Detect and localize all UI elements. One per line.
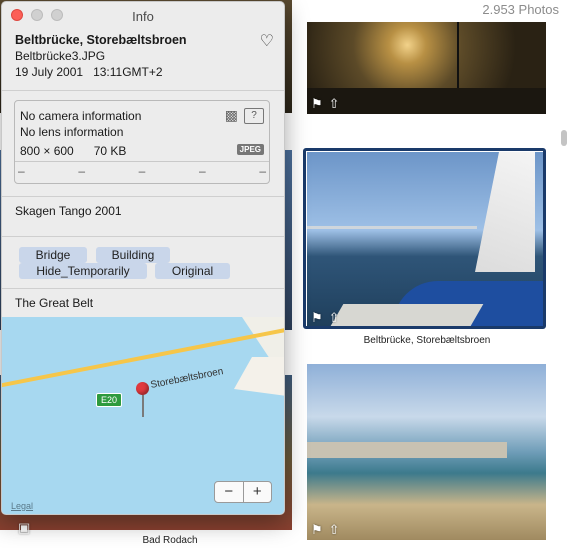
keyword-tag[interactable]: Hide_Temporarily	[19, 263, 147, 279]
zoom-out-button[interactable]: −	[215, 482, 244, 502]
camera-wb-icon: ▩	[224, 107, 238, 123]
camera-icons: ▩ ?	[225, 107, 264, 124]
photo-badges: ⚑ ⇧	[311, 310, 340, 326]
photo-title[interactable]: Beltbrücke, Storebæltsbroen	[15, 33, 274, 47]
map-zoom-control: − +	[214, 481, 272, 503]
deck-shape	[307, 88, 546, 114]
keyword-tag[interactable]: Bridge	[19, 247, 87, 263]
tag-icon[interactable]: ⚑	[311, 522, 323, 538]
bridge-shape	[307, 226, 477, 229]
help-icon: ?	[244, 107, 264, 124]
zoom-in-button[interactable]: +	[244, 482, 272, 502]
lens-info: No lens information	[20, 125, 124, 139]
camera-info-box: No camera information No lens informatio…	[14, 100, 270, 184]
deck-shape	[330, 304, 484, 326]
map-pin-icon[interactable]	[136, 382, 149, 395]
location-map[interactable]: Storebæltsbroen E20 − + Legal	[2, 317, 284, 514]
briefcase-icon: ▣	[18, 520, 31, 535]
tag-icon[interactable]: ⚑	[311, 96, 323, 112]
photo-caption: Bad Rodach	[142, 535, 198, 546]
divider	[15, 161, 269, 162]
exif-value: –	[138, 164, 146, 178]
favorite-heart-icon[interactable]: ♡	[260, 31, 274, 51]
land-shape	[234, 357, 284, 397]
tag-icon[interactable]: ⚑	[311, 310, 323, 326]
photo-datetime: 19 July 2001 13:11GMT+2	[15, 65, 274, 79]
photo-badges: ⚑ ⇧	[311, 96, 340, 112]
description-field[interactable]: Skagen Tango 2001	[15, 204, 122, 218]
legal-link[interactable]: Legal	[11, 501, 33, 511]
title-bar[interactable]: Info	[2, 2, 284, 30]
photo-thumbnail[interactable]	[307, 22, 546, 114]
photo-caption: Beltbrücke, Storebæltsbroen	[363, 335, 491, 346]
town-shape	[307, 442, 507, 458]
photo-badges: ⚑ ⇧	[311, 522, 340, 538]
scrollbar-thumb[interactable]	[561, 130, 567, 146]
map-pin-stick	[142, 395, 144, 417]
photo-thumbnail-selected[interactable]	[307, 152, 543, 326]
keyword-tag[interactable]: Building	[96, 247, 170, 263]
exif-value: –	[78, 164, 86, 178]
keyword-tag[interactable]: Original	[155, 263, 230, 279]
format-badge: JPEG	[236, 144, 264, 155]
sail-shape	[475, 152, 535, 272]
road-label: Storebæltsbroen	[149, 366, 225, 391]
photo-filename: Beltbrücke3.JPG	[15, 49, 106, 63]
camera-info: No camera information	[20, 109, 142, 123]
divider	[2, 90, 284, 91]
divider	[2, 236, 284, 237]
share-icon[interactable]: ⇧	[329, 522, 340, 538]
exif-value: –	[18, 164, 25, 178]
location-name[interactable]: The Great Belt	[15, 296, 93, 310]
exif-value: –	[259, 164, 266, 178]
share-icon[interactable]: ⇧	[329, 96, 340, 112]
road-shield: E20	[96, 393, 123, 407]
image-specs: 800 × 600 70 KB	[20, 144, 126, 158]
divider	[2, 196, 284, 197]
image-dimensions: 800 × 600	[20, 144, 74, 158]
exif-row: – – – – –	[18, 164, 266, 178]
photo-count: 2.953 Photos	[482, 2, 559, 17]
share-icon[interactable]: ⇧	[329, 310, 340, 326]
photo-header: Beltbrücke, Storebæltsbroen Beltbrücke3.…	[15, 33, 274, 79]
window-title: Info	[132, 9, 154, 24]
photo-time: 13:11GMT+2	[93, 65, 163, 79]
photo-badges: ▣	[18, 520, 30, 536]
file-size: 70 KB	[93, 144, 127, 158]
exif-value: –	[198, 164, 206, 178]
info-window: Info Beltbrücke, Storebæltsbroen Beltbrü…	[1, 1, 285, 515]
photo-date: 19 July 2001	[15, 65, 84, 79]
divider	[2, 288, 284, 289]
photo-thumbnail[interactable]	[307, 364, 546, 540]
